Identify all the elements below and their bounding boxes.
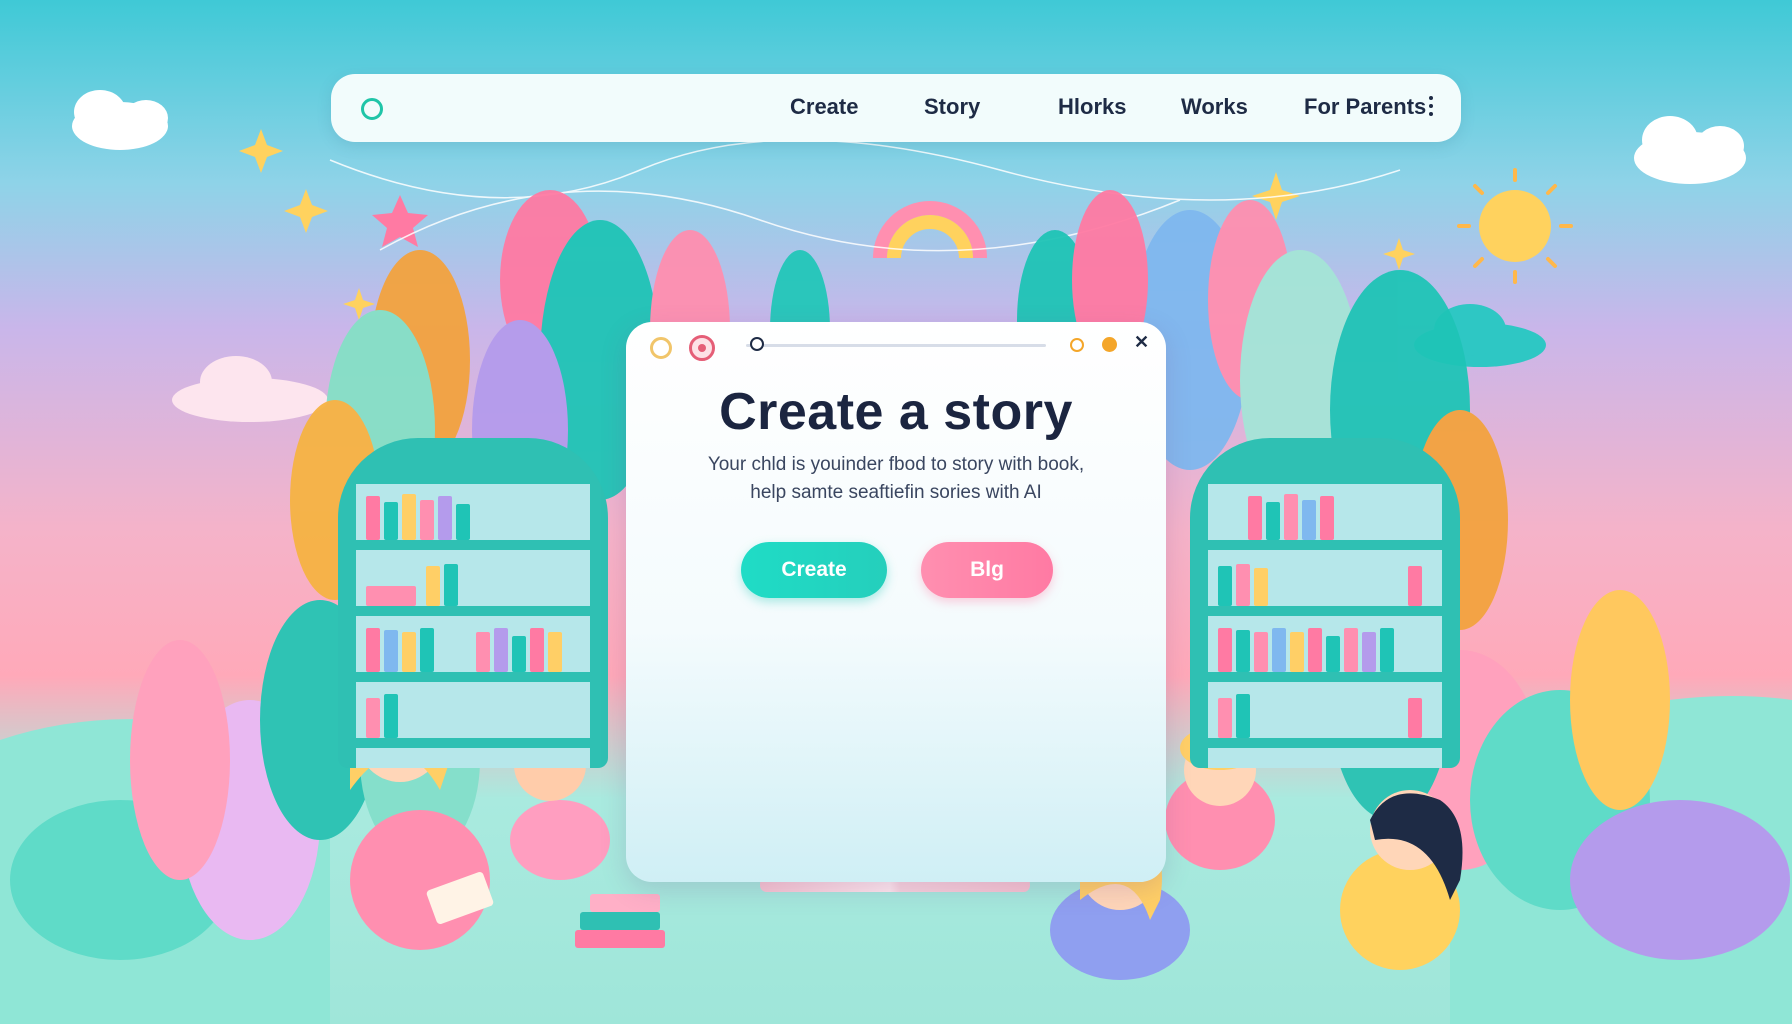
top-nav-bar: Create Story Hlorks Works For Parents	[331, 74, 1461, 142]
bookshelf-left	[338, 438, 608, 768]
cloud-icon	[1634, 116, 1746, 184]
record-icon[interactable]	[689, 335, 715, 361]
card-subtitle-line-2: help samte seaftiefin sories with AI	[750, 482, 1042, 503]
ring-icon[interactable]	[361, 98, 383, 120]
nav-item-story[interactable]: Story	[924, 94, 980, 120]
nav-item-for-parents[interactable]: For Parents	[1304, 94, 1426, 120]
nav-item-create[interactable]: Create	[790, 94, 858, 120]
nav-item-hlorks[interactable]: Hlorks	[1058, 94, 1126, 120]
page-title: Create a story	[719, 383, 1073, 441]
cloud-icon	[72, 90, 168, 150]
sun-icon	[1457, 168, 1573, 284]
window-dot-icon	[650, 337, 672, 359]
nav-item-works[interactable]: Works	[1181, 94, 1248, 120]
bookshelf-right	[1190, 438, 1460, 768]
book-stack-decor	[575, 894, 665, 948]
minimize-icon[interactable]	[1070, 338, 1084, 352]
cloud-icon	[172, 356, 328, 422]
radio-icon	[750, 337, 764, 351]
child-reading-right	[1340, 790, 1463, 970]
close-icon[interactable]: ✕	[1134, 332, 1149, 353]
address-bar[interactable]	[746, 344, 1046, 347]
card-subtitle-line-1: Your chld is youinder fbod to story with…	[707, 454, 1085, 475]
maximize-icon[interactable]	[1102, 337, 1117, 352]
blg-button[interactable]: Blg	[921, 542, 1053, 598]
create-button[interactable]: Create	[741, 542, 887, 598]
more-vertical-icon[interactable]	[1428, 92, 1434, 122]
create-story-card: ✕ Create a story Your chld is youinder f…	[626, 322, 1166, 882]
